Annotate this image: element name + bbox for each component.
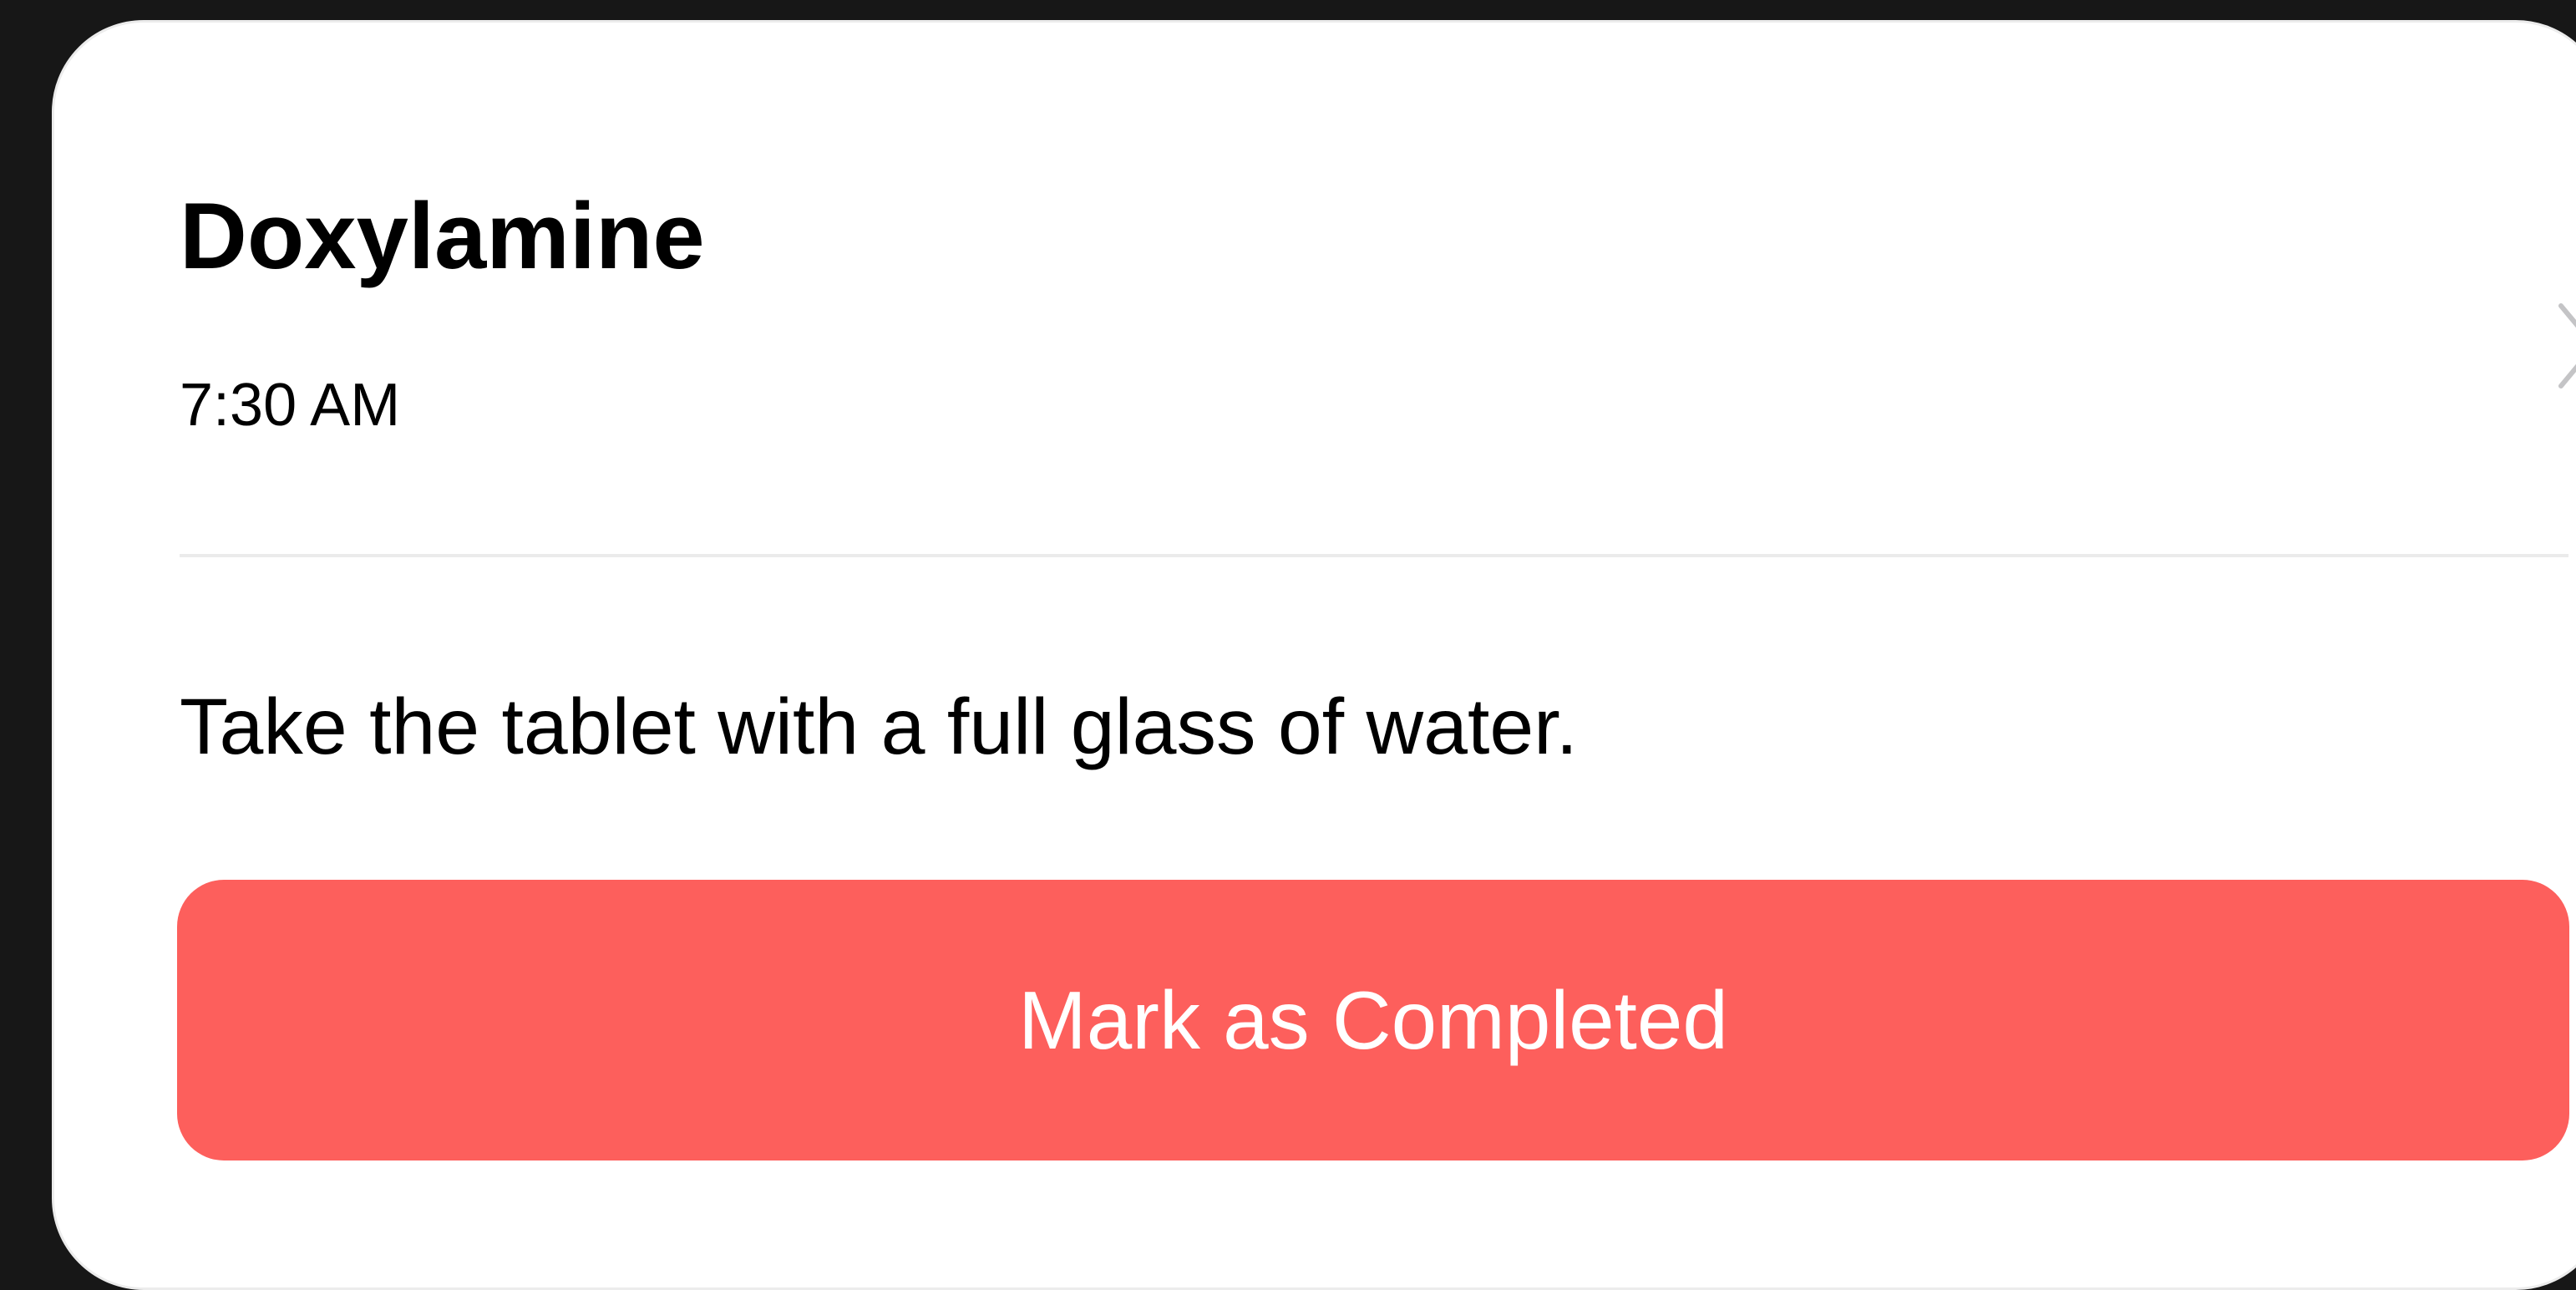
- mark-completed-label: Mark as Completed: [1018, 974, 1728, 1066]
- mark-completed-button[interactable]: Mark as Completed: [177, 880, 2569, 1160]
- medication-header[interactable]: Doxylamine 7:30 AM: [180, 184, 2576, 435]
- medication-name: Doxylamine: [180, 184, 705, 288]
- dose-time: 7:30 AM: [180, 372, 401, 439]
- medication-card: Doxylamine 7:30 AM Take the tablet with …: [52, 20, 2576, 1290]
- divider: [180, 554, 2568, 557]
- dosage-instructions: Take the tablet with a full glass of wat…: [180, 683, 1578, 771]
- chevron-right-icon[interactable]: [2556, 302, 2576, 389]
